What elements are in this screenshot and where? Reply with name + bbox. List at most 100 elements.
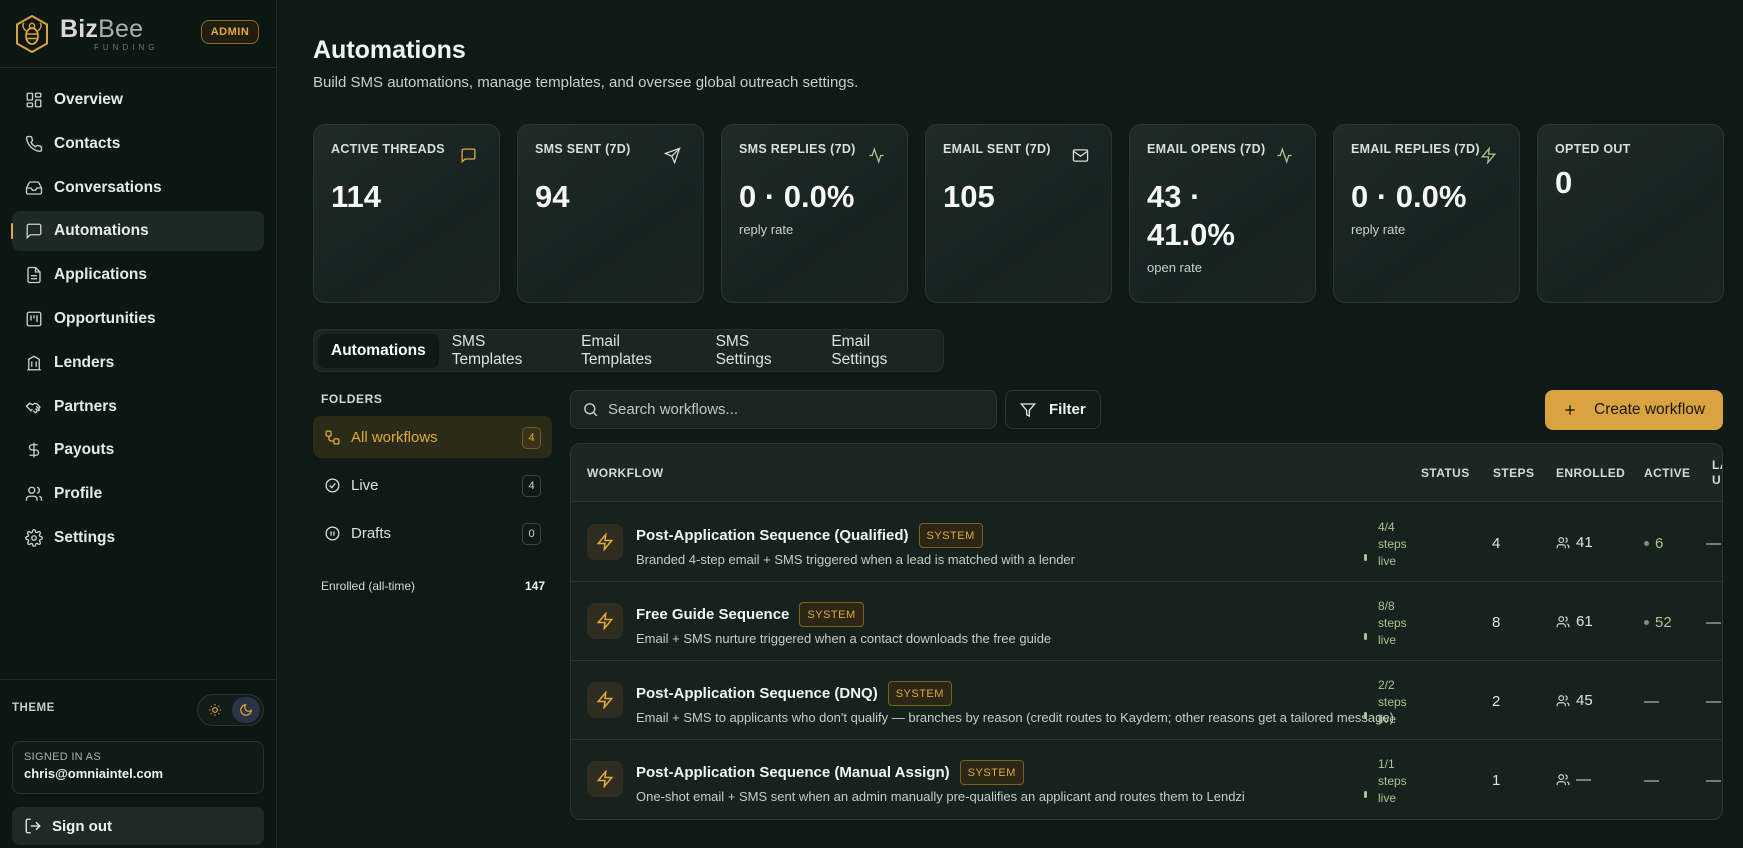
building-icon: [27, 355, 41, 371]
nav-item-applications[interactable]: Applications: [12, 255, 264, 295]
nav-label: Conversations: [54, 178, 162, 196]
column-header-last-updated[interactable]: LAU: [1712, 458, 1722, 488]
inbox-icon: [25, 180, 43, 195]
folder-count: 4: [522, 427, 541, 449]
folder-label: Drafts: [351, 524, 392, 542]
nav-label: Automations: [54, 222, 149, 240]
users-icon: [1556, 773, 1570, 785]
tab-sms-templates[interactable]: SMS Templates: [439, 333, 568, 368]
status-badge: 1/1 steps live: [1364, 756, 1407, 807]
nav-item-lenders[interactable]: Lenders: [12, 343, 264, 383]
workflow-name[interactable]: Post-Application Sequence (Manual Assign…: [636, 764, 950, 781]
status-line3: live: [1378, 712, 1397, 726]
stat-value: 0: [1555, 165, 1573, 200]
log-out-icon: [25, 818, 41, 834]
mail-icon: [1072, 149, 1089, 162]
column-header-enrolled[interactable]: ENROLLED: [1556, 466, 1625, 480]
signed-in-label: SIGNED IN AS: [24, 751, 101, 763]
status-line2: steps: [1378, 695, 1407, 709]
enrolled-all-time: Enrolled (all-time) 147: [321, 579, 545, 593]
enrolled-count: 45: [1556, 692, 1593, 709]
workflow-name[interactable]: Post-Application Sequence (Qualified): [636, 527, 909, 544]
nav-item-settings[interactable]: Settings: [12, 518, 264, 558]
workflow-zap-icon-tile: [587, 603, 623, 639]
stat-subtext: reply rate: [1351, 222, 1406, 237]
zap-icon: [596, 612, 614, 630]
sidebar: BizBee FUNDING ADMIN Overview Contacts C…: [0, 0, 277, 848]
tab-sms-settings[interactable]: SMS Settings: [703, 333, 819, 368]
folder-drafts[interactable]: Drafts 0: [313, 512, 552, 554]
workflow-zap-icon-tile: [587, 682, 623, 718]
active-value: —: [1644, 693, 1659, 710]
column-header-steps[interactable]: STEPS: [1493, 466, 1534, 480]
tab-email-settings[interactable]: Email Settings: [818, 333, 939, 368]
nav-item-overview[interactable]: Overview: [12, 80, 264, 120]
table-row[interactable]: Post-Application Sequence (Qualified) SY…: [571, 503, 1722, 582]
table-row[interactable]: Free Guide Sequence SYSTEM Email + SMS n…: [571, 582, 1722, 661]
enrolled-all-time-value: 147: [524, 579, 545, 593]
folder-all-workflows[interactable]: All workflows 4: [313, 416, 552, 458]
workflows-table: WORKFLOW STATUS STEPS ENROLLED ACTIVE LA…: [570, 443, 1723, 820]
column-header-active[interactable]: ACTIVE: [1644, 466, 1690, 480]
stat-value: 94: [535, 179, 570, 214]
brand-logo[interactable]: BizBee FUNDING: [14, 12, 158, 56]
column-header-status[interactable]: STATUS: [1421, 466, 1470, 480]
status-badge: 2/2 steps live: [1364, 677, 1407, 728]
page-title: Automations: [313, 36, 466, 64]
tab-automations[interactable]: Automations: [318, 333, 439, 368]
workflow-name[interactable]: Post-Application Sequence (DNQ): [636, 685, 878, 702]
file-text-icon: [27, 267, 41, 284]
nav-item-contacts[interactable]: Contacts: [12, 124, 264, 164]
theme-toggle[interactable]: [197, 694, 264, 726]
status-badge: 4/4 steps live: [1364, 519, 1407, 570]
send-icon: [664, 147, 681, 164]
nav-label: Lenders: [54, 353, 115, 371]
stat-label: OPTED OUT: [1555, 142, 1631, 156]
nav-item-opportunities[interactable]: Opportunities: [12, 299, 264, 339]
filter-label: Filter: [1049, 401, 1086, 418]
table-header: WORKFLOW STATUS STEPS ENROLLED ACTIVE LA…: [571, 444, 1722, 502]
workflow-description: Branded 4-step email + SMS triggered whe…: [636, 552, 1075, 567]
enrolled-count: 61: [1556, 613, 1593, 630]
nav-item-profile[interactable]: Profile: [12, 474, 264, 514]
filter-icon: [1020, 402, 1036, 417]
tab-email-templates[interactable]: Email Templates: [568, 333, 702, 368]
users-icon: [1556, 536, 1570, 548]
dark-theme-button[interactable]: [232, 697, 260, 723]
nav-item-conversations[interactable]: Conversations: [12, 168, 264, 208]
stat-value-line1: 43 ·: [1147, 179, 1201, 214]
search-input[interactable]: [608, 401, 988, 418]
nav-item-payouts[interactable]: Payouts: [12, 430, 264, 470]
sign-out-button[interactable]: Sign out: [12, 807, 264, 845]
table-row[interactable]: Post-Application Sequence (DNQ) SYSTEM E…: [571, 661, 1722, 740]
column-header-workflow[interactable]: WORKFLOW: [587, 466, 664, 480]
folder-live[interactable]: Live 4: [313, 464, 552, 506]
steps-count: 8: [1492, 614, 1501, 631]
main-nav: Overview Contacts Conversations Automati…: [11, 80, 264, 562]
active-count: 6: [1644, 535, 1663, 552]
enrolled-count: —: [1556, 771, 1591, 788]
nav-label: Payouts: [54, 441, 115, 459]
workflow-description: Email + SMS nurture triggered when a con…: [636, 631, 1052, 646]
bee-hexagon-icon: [16, 14, 48, 54]
stat-card-sms-sent: SMS SENT (7D) 94: [517, 124, 704, 303]
nav-label: Opportunities: [54, 309, 156, 327]
filter-button[interactable]: Filter: [1005, 390, 1101, 429]
stat-subtext: reply rate: [739, 222, 794, 237]
workflow-name[interactable]: Free Guide Sequence: [636, 606, 789, 623]
nav-item-partners[interactable]: Partners: [12, 387, 264, 427]
status-line1: 2/2: [1378, 678, 1395, 692]
stat-subtext: open rate: [1147, 260, 1202, 275]
light-theme-button[interactable]: [201, 697, 229, 723]
brand-name-light: Bee: [98, 14, 144, 43]
nav-item-automations[interactable]: Automations: [11, 211, 264, 252]
create-workflow-button[interactable]: Create workflow: [1545, 390, 1723, 430]
table-row[interactable]: Post-Application Sequence (Manual Assign…: [571, 740, 1722, 819]
role-badge: ADMIN: [201, 20, 259, 44]
status-line3: live: [1378, 633, 1397, 647]
enrolled-count: 41: [1556, 534, 1593, 551]
status-line1: 4/4: [1378, 520, 1395, 534]
handshake-icon: [25, 402, 41, 413]
message-square-icon: [461, 148, 476, 164]
stat-card-active-threads: ACTIVE THREADS 114: [313, 124, 500, 303]
